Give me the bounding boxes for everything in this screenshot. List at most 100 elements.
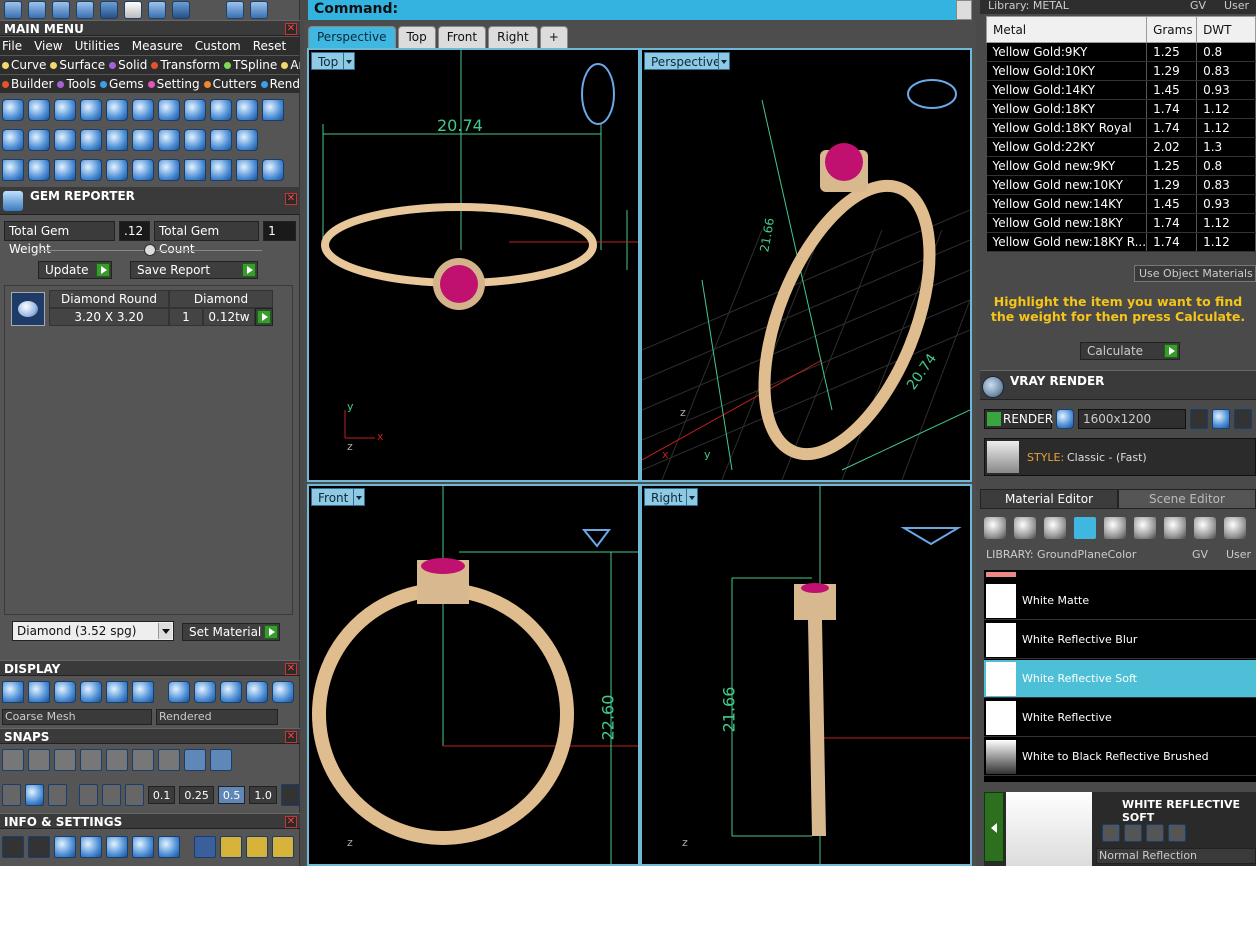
document-icon[interactable] <box>106 836 128 858</box>
menu-utilities[interactable]: Utilities <box>75 39 120 53</box>
save-report-button[interactable]: Save Report <box>130 261 258 279</box>
gem-tool-icon[interactable] <box>158 129 180 151</box>
menu-view[interactable]: View <box>34 39 62 53</box>
table-row[interactable]: Yellow Gold:18KY Royal 1.74 1.12 <box>986 118 1256 138</box>
grid-snap-icon[interactable] <box>2 784 22 806</box>
command-scrollbar[interactable] <box>956 0 972 20</box>
gem-tool-icon[interactable] <box>80 99 102 121</box>
menu-file[interactable]: File <box>2 39 22 53</box>
diamond-icon[interactable] <box>52 1 70 19</box>
grid-view-icon[interactable] <box>2 681 24 703</box>
update-button[interactable]: Update <box>38 261 112 279</box>
cat-gems[interactable]: Gems <box>100 77 144 91</box>
sphere-icon[interactable] <box>54 681 76 703</box>
dimension-icon[interactable] <box>100 1 118 19</box>
table-row[interactable]: Yellow Gold new:18KY R... 1.74 1.12 <box>986 232 1256 252</box>
pen-icon[interactable] <box>48 784 68 806</box>
tab-top[interactable]: Top <box>397 26 436 48</box>
tab-scene-editor[interactable]: Scene Editor <box>1118 489 1256 509</box>
gem-tool-icon[interactable] <box>80 159 102 181</box>
open-folder-icon[interactable] <box>148 1 166 19</box>
viewport-right-label[interactable]: Right <box>644 488 690 506</box>
printer-icon[interactable] <box>54 836 76 858</box>
collapse-tab[interactable] <box>984 792 1004 862</box>
tab-perspective[interactable]: Perspective <box>308 26 396 48</box>
table-row[interactable]: Yellow Gold:10KY 1.29 0.83 <box>986 61 1256 81</box>
snap-icon[interactable] <box>28 749 50 771</box>
layers-icon[interactable] <box>4 1 22 19</box>
list-icon[interactable] <box>1234 409 1252 429</box>
cat-solid[interactable]: Solid <box>109 58 147 72</box>
grid-icon[interactable] <box>28 1 46 19</box>
style-box[interactable]: STYLE: Classic - (Fast) <box>984 438 1256 476</box>
cat-surface[interactable]: Surface <box>50 58 105 72</box>
gem-tool-icon[interactable] <box>184 159 206 181</box>
cat-curve[interactable]: Curve <box>2 58 46 72</box>
chevron-down-icon[interactable] <box>718 52 730 70</box>
close-icon[interactable]: ✕ <box>285 731 297 743</box>
gem-go-button[interactable] <box>255 308 273 326</box>
sphere-purple-icon[interactable] <box>80 681 102 703</box>
gem-tool-icon[interactable] <box>132 129 154 151</box>
gem-tool-icon[interactable] <box>158 99 180 121</box>
snap-icon[interactable] <box>54 749 76 771</box>
mesh-select[interactable]: Coarse Mesh <box>2 709 152 725</box>
gem-tool-icon[interactable] <box>132 159 154 181</box>
gold-sphere-icon[interactable] <box>246 681 268 703</box>
gem-tool-icon[interactable] <box>54 159 76 181</box>
snap-icon[interactable] <box>184 749 206 771</box>
back-arrow-icon[interactable] <box>226 1 244 19</box>
cat-cutters[interactable]: Cutters <box>203 77 257 91</box>
cat-builder[interactable]: Builder <box>2 77 53 91</box>
material-select[interactable]: Diamond (3.52 spg) <box>12 621 174 641</box>
cat-transform[interactable]: Transform <box>151 58 220 72</box>
total-count-field[interactable]: 1 <box>263 221 297 241</box>
gem-tool-icon[interactable] <box>54 129 76 151</box>
gem-tool-icon[interactable] <box>28 159 50 181</box>
viewport-right[interactable]: Right 21.66 z <box>640 484 972 866</box>
list-item[interactable]: White Reflective Blur <box>984 621 1256 659</box>
viewport-perspective-label[interactable]: Perspective <box>644 52 728 70</box>
table-row[interactable]: Yellow Gold new:10KY 1.29 0.83 <box>986 175 1256 195</box>
chevron-down-icon[interactable] <box>353 488 365 506</box>
snap-icon[interactable] <box>2 749 24 771</box>
render-mode-select[interactable]: Rendered <box>156 709 278 725</box>
viewport-top[interactable]: Top 20.74 y x z <box>307 48 640 482</box>
figure-icon[interactable] <box>28 681 50 703</box>
box-purple-icon[interactable] <box>158 836 180 858</box>
table-row[interactable]: Yellow Gold new:18KY 1.74 1.12 <box>986 213 1256 233</box>
diamond-snap-icon[interactable] <box>101 784 121 806</box>
gem-icon[interactable] <box>1014 517 1036 539</box>
viewport-front[interactable]: Front 22.60 z <box>307 484 640 866</box>
cube-icon[interactable] <box>80 836 102 858</box>
delete-icon[interactable] <box>272 836 294 858</box>
figure-icon[interactable] <box>194 836 216 858</box>
gv-button[interactable]: GV <box>1190 0 1206 12</box>
gem-tool-icon[interactable] <box>210 99 232 121</box>
command-line[interactable]: Command: <box>308 0 956 20</box>
close-icon[interactable]: ✕ <box>285 23 297 35</box>
frames-icon[interactable] <box>1212 409 1230 429</box>
total-weight-field[interactable]: .12 <box>119 221 150 241</box>
rewind-icon[interactable] <box>1190 409 1208 429</box>
increment-0-5[interactable]: 0.5 <box>217 786 246 804</box>
gem-tool-icon[interactable] <box>262 99 284 121</box>
cat-setting[interactable]: Setting <box>147 77 200 91</box>
axis-snap-icon[interactable] <box>124 784 144 806</box>
render-button[interactable]: RENDER <box>984 409 1053 429</box>
box-icon[interactable] <box>25 784 45 806</box>
gem-tool-icon[interactable] <box>54 99 76 121</box>
chevron-down-icon[interactable] <box>343 52 355 70</box>
gem-tool-icon[interactable] <box>28 99 50 121</box>
reset-button[interactable]: Reset <box>253 39 287 53</box>
gem-tool-icon[interactable] <box>2 159 24 181</box>
col-metal[interactable]: Metal <box>985 16 1148 43</box>
list-item[interactable]: White Reflective Soft <box>984 660 1256 698</box>
close-icon[interactable]: ✕ <box>285 816 297 828</box>
viewport-perspective[interactable]: Perspective 21.66 20.74 x y z <box>640 48 972 482</box>
checker-icon[interactable] <box>1164 517 1186 539</box>
list-item[interactable]: White Matte <box>984 582 1256 620</box>
smooth-sphere-icon[interactable] <box>220 681 242 703</box>
copy-icon[interactable] <box>1124 824 1142 842</box>
new-file-icon[interactable] <box>124 1 142 19</box>
